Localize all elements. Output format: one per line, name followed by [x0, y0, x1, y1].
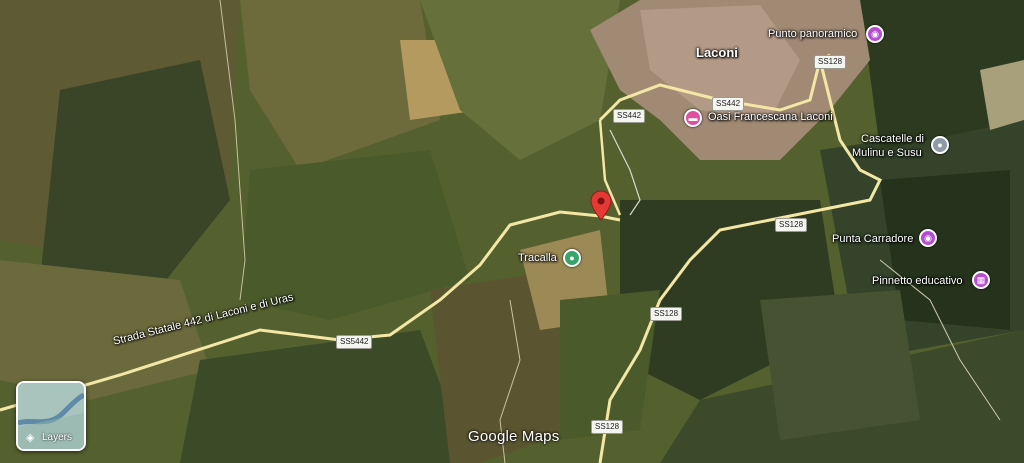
camera-icon[interactable]: ◉	[866, 25, 884, 43]
route-shield: SS442	[712, 97, 745, 111]
route-shield: SS128	[591, 420, 624, 434]
poi-label-oasi-francescana[interactable]: Oasi Francescana Laconi	[708, 111, 833, 123]
route-shield: SS128	[775, 218, 808, 232]
poi-label-cascatelle-line1[interactable]: Cascatelle di	[861, 133, 924, 145]
satellite-terrain	[0, 0, 1024, 463]
route-shield: SS128	[650, 307, 683, 321]
poi-label-punto-panoramico[interactable]: Punto panoramico	[768, 28, 857, 40]
farm-icon[interactable]: ●	[563, 249, 581, 267]
location-pin-icon[interactable]	[590, 190, 612, 222]
poi-label-tracalla[interactable]: Tracalla	[518, 252, 557, 264]
map-canvas[interactable]: Laconi ◉ Punto panoramico ▬ Oasi Frances…	[0, 0, 1024, 463]
route-shield: SS5442	[336, 335, 373, 349]
poi-label-cascatelle-line2[interactable]: Mulinu e Susu	[852, 147, 922, 159]
layers-label: Layers	[42, 432, 73, 443]
google-maps-logo: Google Maps	[468, 428, 560, 445]
poi-label-punta-carradore[interactable]: Punta Carradore	[832, 233, 913, 245]
route-shield: SS442	[613, 109, 646, 123]
layers-button[interactable]: ◈ Layers	[16, 381, 86, 451]
museum-icon[interactable]: ▦	[972, 271, 990, 289]
poi-label-pinnetto-educativo[interactable]: Pinnetto educativo	[872, 275, 963, 287]
town-label: Laconi	[696, 45, 738, 60]
hotel-icon[interactable]: ▬	[684, 109, 702, 127]
place-icon[interactable]: ●	[931, 136, 949, 154]
camera-icon[interactable]: ◉	[919, 229, 937, 247]
layers-icon: ◈	[26, 432, 35, 444]
route-shield: SS128	[814, 55, 847, 69]
